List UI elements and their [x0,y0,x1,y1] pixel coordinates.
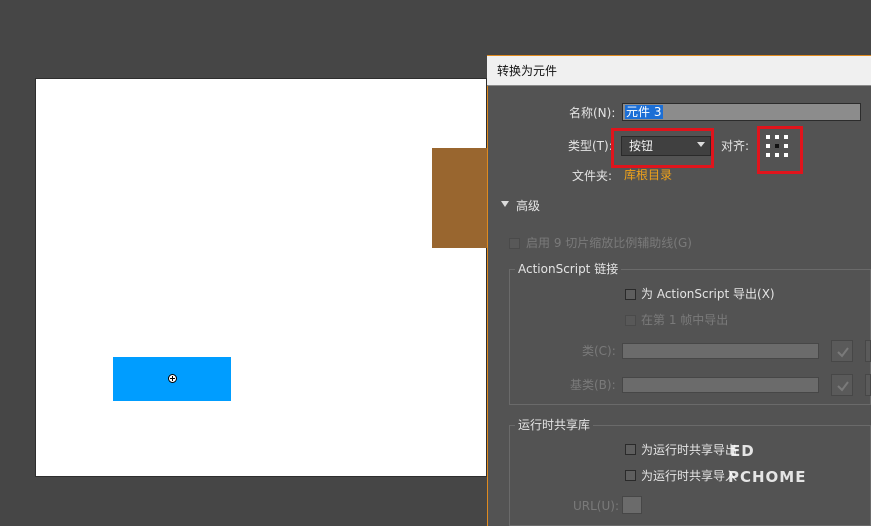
export-in-frame-checkbox[interactable] [625,315,636,326]
class-input[interactable] [622,343,819,359]
stage-canvas[interactable] [35,78,487,477]
watermark-line2: PCHOME [728,468,807,486]
highlight-box-align [757,126,803,174]
registration-point-icon [168,374,177,383]
edit-base-class-button[interactable] [865,374,871,396]
url-input[interactable] [622,496,642,514]
base-class-label: 基类(B): [570,378,616,392]
advanced-expand-icon[interactable] [501,201,509,207]
enable-9slice-label: 启用 9 切片缩放比例辅助线(G) [526,236,692,250]
watermark-logo: ED PCHOME [728,443,806,485]
highlight-box-type [611,128,714,168]
export-in-frame-label: 在第 1 帧中导出 [641,313,729,327]
align-label: 对齐: [721,139,750,153]
advanced-toggle[interactable]: 高级 [516,198,540,214]
enable-9slice-checkbox[interactable] [509,238,520,249]
base-class-input[interactable] [622,377,819,393]
import-runtime-checkbox[interactable] [625,470,636,481]
export-runtime-label: 为运行时共享导出 [641,443,738,457]
export-for-actionscript-checkbox[interactable] [625,289,636,300]
validate-base-class-button[interactable] [831,374,853,396]
name-label: 名称(N): [569,106,616,120]
export-for-actionscript-label: 为 ActionScript 导出(X) [641,287,775,301]
edit-class-button[interactable] [865,340,871,362]
name-input-value: 元件 3 [625,105,664,119]
runtime-group-title: 运行时共享库 [515,417,594,433]
dialog-title: 转换为元件 [497,64,558,78]
export-runtime-checkbox[interactable] [625,444,636,455]
folder-label: 文件夹: [572,169,613,183]
checkmark-icon [837,381,849,392]
class-label: 类(C): [582,344,616,358]
validate-class-button[interactable] [831,340,853,362]
actionscript-group-title: ActionScript 链接 [515,261,622,277]
watermark-line1: ED [730,442,755,460]
brown-rectangle-shape[interactable] [432,148,488,248]
folder-link[interactable]: 库根目录 [624,167,672,183]
type-label: 类型(T): [568,139,613,153]
checkmark-icon [837,347,849,358]
url-label: URL(U): [573,499,619,513]
import-runtime-label: 为运行时共享导入 [641,469,738,483]
